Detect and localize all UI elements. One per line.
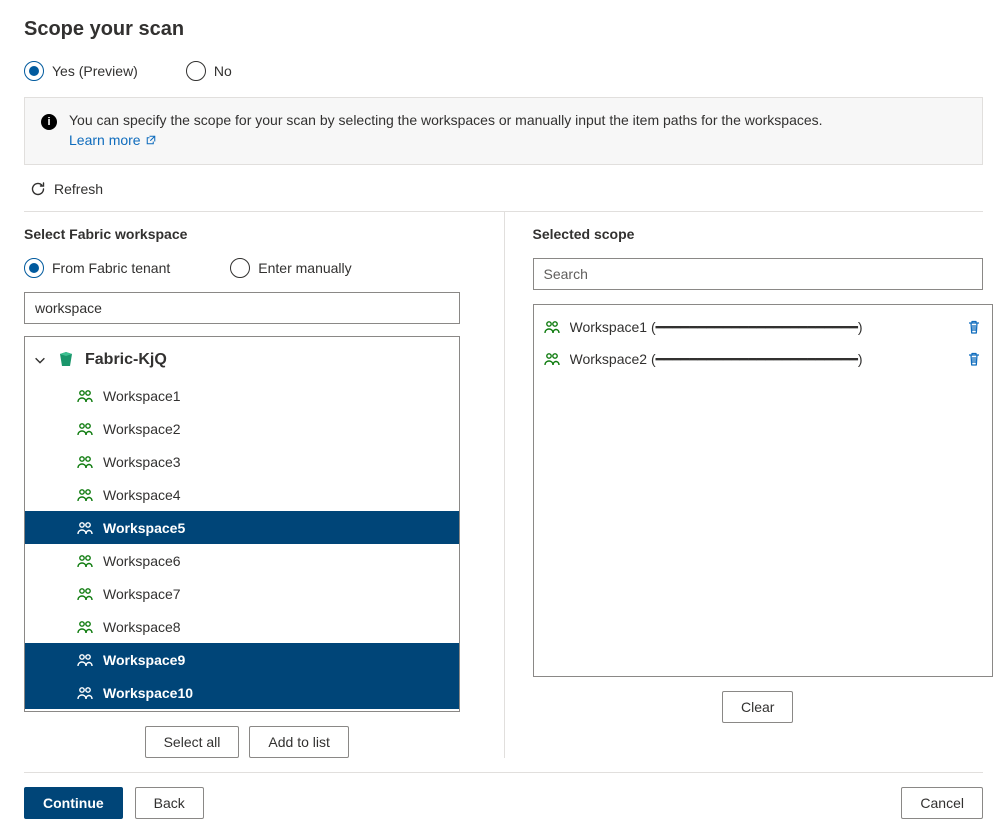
workspace-item[interactable]: Workspace3 — [25, 445, 459, 478]
selected-scope-list: Workspace1 (━━━━━━━━━━━━━━━━━━━━━━━━) Wor… — [533, 304, 993, 677]
workspace-filter-input[interactable] — [24, 292, 460, 324]
info-banner: i You can specify the scope for your sca… — [24, 97, 983, 165]
chevron-down-icon — [33, 353, 47, 367]
workspace-item[interactable]: Workspace8 — [25, 610, 459, 643]
workspace-tree: Fabric-KjQ Workspace1 Workspace2 Workspace… — [24, 336, 460, 712]
source-radio-tenant[interactable]: From Fabric tenant — [24, 258, 170, 278]
radio-label: Yes (Preview) — [52, 63, 138, 79]
refresh-label: Refresh — [54, 181, 103, 197]
fabric-icon — [57, 351, 75, 369]
workspace-name: Workspace10 — [103, 685, 193, 701]
group-icon — [77, 653, 93, 667]
group-icon — [77, 422, 93, 436]
workspace-item[interactable]: Workspace2 — [25, 412, 459, 445]
radio-label: No — [214, 63, 232, 79]
scope-search-input[interactable] — [533, 258, 984, 290]
workspace-name: Workspace7 — [103, 586, 181, 602]
preview-radio-yes[interactable]: Yes (Preview) — [24, 61, 138, 81]
workspace-name: Workspace6 — [103, 553, 181, 569]
select-all-button[interactable]: Select all — [145, 726, 240, 758]
workspace-name: Workspace5 — [103, 520, 185, 536]
external-link-icon — [145, 134, 157, 146]
source-radio-group: From Fabric tenant Enter manually — [24, 258, 470, 278]
info-text: You can specify the scope for your scan … — [69, 112, 823, 128]
selected-item-label: Workspace2 (━━━━━━━━━━━━━━━━━━━━━━━━) — [570, 351, 948, 368]
add-to-list-button[interactable]: Add to list — [249, 726, 348, 758]
workspace-name: Workspace3 — [103, 454, 181, 470]
preview-radio-group: Yes (Preview) No — [24, 61, 983, 81]
workspace-item[interactable]: Workspace10 — [25, 676, 459, 709]
selected-scope-item: Workspace1 (━━━━━━━━━━━━━━━━━━━━━━━━) — [540, 311, 986, 343]
workspace-item[interactable]: Workspace9 — [25, 643, 459, 676]
trash-icon[interactable] — [966, 319, 982, 335]
group-icon — [544, 352, 560, 366]
radio-label: Enter manually — [258, 260, 351, 276]
radio-label: From Fabric tenant — [52, 260, 170, 276]
group-icon — [77, 521, 93, 535]
workspace-name: Workspace9 — [103, 652, 185, 668]
source-radio-manual[interactable]: Enter manually — [230, 258, 351, 278]
group-icon — [77, 620, 93, 634]
workspace-name: Workspace8 — [103, 619, 181, 635]
info-icon: i — [41, 114, 57, 130]
group-icon — [77, 488, 93, 502]
workspace-item[interactable]: Workspace5 — [25, 511, 459, 544]
workspace-item[interactable]: Workspace7 — [25, 577, 459, 610]
learn-more-link[interactable]: Learn more — [69, 132, 157, 148]
workspace-name: Workspace2 — [103, 421, 181, 437]
selected-scope-item: Workspace2 (━━━━━━━━━━━━━━━━━━━━━━━━) — [540, 343, 986, 375]
trash-icon[interactable] — [966, 351, 982, 367]
page-title: Scope your scan — [24, 18, 983, 41]
workspace-item[interactable]: Workspace4 — [25, 478, 459, 511]
group-icon — [77, 587, 93, 601]
refresh-button[interactable]: Refresh — [24, 179, 983, 211]
workspace-item[interactable]: Workspace6 — [25, 544, 459, 577]
workspace-item[interactable]: Workspace1 — [25, 379, 459, 412]
tenant-node[interactable]: Fabric-KjQ — [25, 347, 459, 379]
selected-item-label: Workspace1 (━━━━━━━━━━━━━━━━━━━━━━━━) — [570, 319, 948, 336]
refresh-icon — [30, 181, 46, 197]
workspace-name: Workspace1 — [103, 388, 181, 404]
selected-scope-title: Selected scope — [533, 226, 984, 242]
cancel-button[interactable]: Cancel — [901, 787, 983, 819]
group-icon — [77, 554, 93, 568]
clear-button[interactable]: Clear — [722, 691, 793, 723]
group-icon — [544, 320, 560, 334]
group-icon — [77, 389, 93, 403]
preview-radio-no[interactable]: No — [186, 61, 232, 81]
select-workspace-title: Select Fabric workspace — [24, 226, 470, 242]
footer: Continue Back Cancel — [24, 772, 983, 835]
group-icon — [77, 455, 93, 469]
tenant-name: Fabric-KjQ — [85, 351, 167, 369]
continue-button[interactable]: Continue — [24, 787, 123, 819]
back-button[interactable]: Back — [135, 787, 204, 819]
group-icon — [77, 686, 93, 700]
workspace-name: Workspace4 — [103, 487, 181, 503]
